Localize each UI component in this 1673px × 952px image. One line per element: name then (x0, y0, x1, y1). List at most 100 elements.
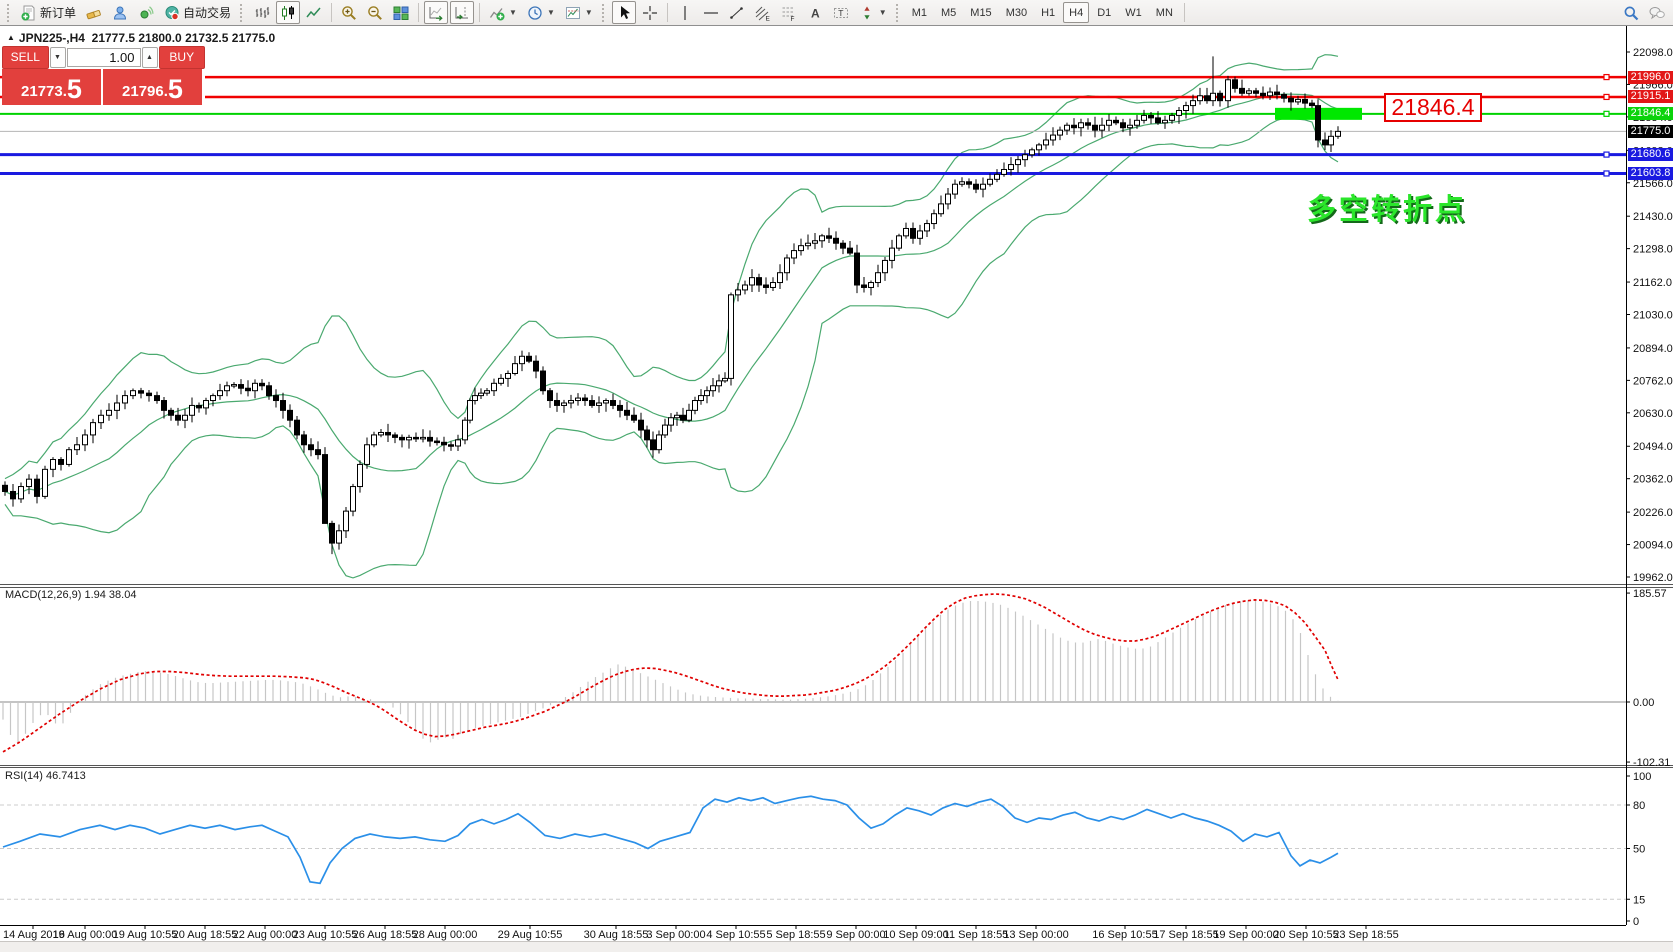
channel-icon: E (755, 5, 771, 21)
chevron-down-icon: ▼ (509, 8, 517, 17)
timeframe-m15[interactable]: M15 (964, 2, 997, 23)
bars-icon (254, 5, 270, 21)
svg-text:28 Aug 00:00: 28 Aug 00:00 (413, 929, 478, 941)
svg-text:15: 15 (1633, 894, 1645, 906)
svg-text:4 Sep 10:55: 4 Sep 10:55 (706, 929, 765, 941)
chart-area[interactable]: 22098.021966.021834.021698.021566.021430… (0, 0, 1673, 952)
toolbar-grip (7, 4, 12, 22)
chart-shift-button[interactable] (450, 1, 474, 24)
timeframe-h1[interactable]: H1 (1035, 2, 1061, 23)
timeframe-w1[interactable]: W1 (1119, 2, 1148, 23)
svg-text:A: A (811, 6, 820, 20)
bar-chart-button[interactable] (250, 1, 274, 24)
svg-text:22098.0: 22098.0 (1633, 47, 1673, 59)
channel-button[interactable]: E (751, 1, 775, 24)
search-icon (1623, 5, 1639, 21)
timeframe-h4[interactable]: H4 (1063, 2, 1089, 23)
toolbar-separator (331, 3, 332, 22)
svg-text:22 Aug 00:00: 22 Aug 00:00 (233, 929, 298, 941)
candle-chart-button[interactable] (276, 1, 300, 24)
svg-text:E: E (765, 15, 770, 21)
price-label-support-21680: 21680.6 (1628, 148, 1673, 161)
volume-increase-button[interactable]: ▲ (142, 47, 158, 68)
indicators-icon (489, 5, 505, 21)
svg-text:20894.0: 20894.0 (1633, 343, 1673, 355)
toolbar-separator (667, 3, 668, 22)
svg-text:21430.0: 21430.0 (1633, 211, 1673, 223)
collapse-panel-icon[interactable]: ▲ (7, 33, 15, 42)
svg-text:20362.0: 20362.0 (1633, 474, 1673, 486)
trendline-button[interactable] (725, 1, 749, 24)
autotrade-button[interactable]: 自动交易 (160, 1, 235, 24)
community-button[interactable] (108, 1, 132, 24)
label-icon: T (833, 5, 849, 21)
timeframe-d1[interactable]: D1 (1091, 2, 1117, 23)
tile-windows-button[interactable] (389, 1, 413, 24)
chat-button[interactable] (1645, 1, 1669, 24)
toolbar-grip (896, 4, 901, 22)
timeframe-mn[interactable]: MN (1150, 2, 1179, 23)
vertical-line-button[interactable] (673, 1, 697, 24)
price-label-support-21603: 21603.8 (1628, 167, 1673, 180)
templates-button[interactable]: ▼ (561, 1, 597, 24)
price-label-pivot-21846: 21846.4 (1628, 107, 1673, 120)
sell-price-main: 21773 (21, 81, 63, 103)
pivot-annotation-text: 多空转折点 (1307, 186, 1467, 228)
svg-text:23 Aug 10:55: 23 Aug 10:55 (293, 929, 358, 941)
signals-button[interactable] (134, 1, 158, 24)
chevron-down-icon: ▼ (585, 8, 593, 17)
zoom-in-button[interactable] (337, 1, 361, 24)
search-button[interactable] (1619, 1, 1643, 24)
text-button[interactable]: A (803, 1, 827, 24)
svg-text:3 Sep 00:00: 3 Sep 00:00 (646, 929, 705, 941)
sell-button[interactable]: SELL (2, 46, 49, 69)
timeframe-m30[interactable]: M30 (1000, 2, 1033, 23)
svg-text:19 Sep 00:00: 19 Sep 00:00 (1213, 929, 1278, 941)
periods-button[interactable]: ▼ (523, 1, 559, 24)
svg-text:80: 80 (1633, 800, 1645, 812)
arrows-button[interactable]: ▼ (855, 1, 891, 24)
horizontal-line-button[interactable] (699, 1, 723, 24)
svg-text:26 Aug 18:55: 26 Aug 18:55 (353, 929, 418, 941)
indicators-button[interactable]: ▼ (485, 1, 521, 24)
line-chart-button[interactable] (302, 1, 326, 24)
template-icon (565, 5, 581, 21)
cursor-button[interactable] (612, 1, 636, 24)
zoom-out-icon (367, 5, 383, 21)
ohlc-values: 21777.5 21800.0 21732.5 21775.0 (92, 31, 276, 45)
tile-icon (393, 5, 409, 21)
buy-button[interactable]: BUY (159, 46, 206, 69)
svg-text:5 Sep 18:55: 5 Sep 18:55 (766, 929, 825, 941)
svg-text:20630.0: 20630.0 (1633, 408, 1673, 420)
price-label-bid-21775: 21775.0 (1628, 125, 1673, 138)
fibonacci-button[interactable]: F (777, 1, 801, 24)
new-order-button[interactable]: 新订单 (17, 1, 80, 24)
zoom-in-icon (341, 5, 357, 21)
crosshair-button[interactable] (638, 1, 662, 24)
svg-text:16 Sep 10:55: 16 Sep 10:55 (1092, 929, 1157, 941)
buy-price-quote[interactable]: 21796.5 (103, 69, 202, 105)
sell-price-quote[interactable]: 21773.5 (2, 69, 101, 105)
svg-text:T: T (838, 7, 843, 17)
macd-indicator-label: MACD(12,26,9) 1.94 38.04 (5, 589, 136, 601)
svg-text:30 Aug 18:55: 30 Aug 18:55 (584, 929, 649, 941)
svg-text:20762.0: 20762.0 (1633, 375, 1673, 387)
svg-text:F: F (790, 15, 794, 20)
svg-text:19962.0: 19962.0 (1633, 572, 1673, 584)
volume-decrease-button[interactable]: ▼ (50, 47, 66, 68)
auto-scroll-icon (428, 5, 444, 21)
text-label-button[interactable]: T (829, 1, 853, 24)
svg-text:-102.31: -102.31 (1633, 757, 1670, 769)
eraser-button[interactable] (82, 1, 106, 24)
status-bar (0, 941, 1673, 952)
auto-scroll-button[interactable] (424, 1, 448, 24)
timeframe-m5[interactable]: M5 (935, 2, 962, 23)
price-callout-box[interactable]: 21846.4 (1384, 93, 1482, 122)
svg-text:21030.0: 21030.0 (1633, 310, 1673, 322)
zoom-out-button[interactable] (363, 1, 387, 24)
arrows-icon (859, 5, 875, 21)
timeframe-m1[interactable]: M1 (906, 2, 933, 23)
toolbar-grip (240, 4, 245, 22)
chevron-down-icon: ▼ (879, 8, 887, 17)
volume-input[interactable] (67, 48, 141, 67)
